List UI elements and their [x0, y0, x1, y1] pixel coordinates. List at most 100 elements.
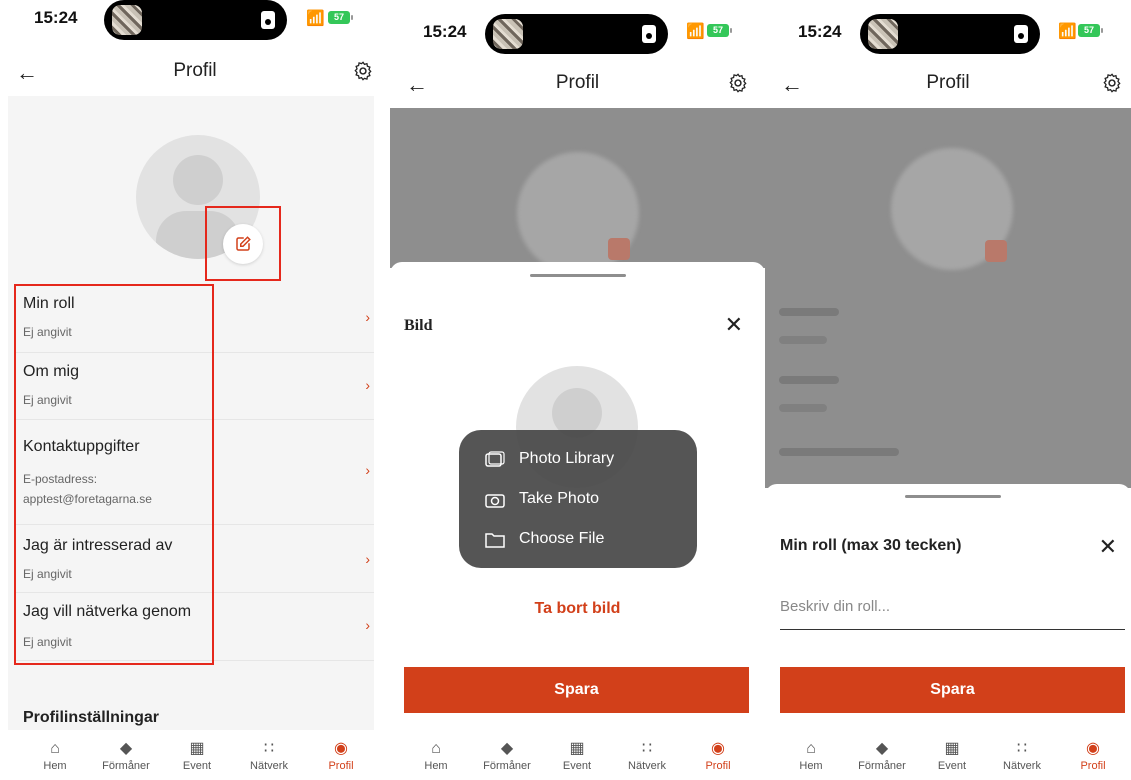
tab-event[interactable]: ▦ Event: [542, 738, 612, 772]
network-icon: ∷: [1016, 740, 1028, 757]
role-field[interactable]: [780, 590, 1125, 630]
wifi-icon: 📶: [686, 23, 705, 40]
chevron-right-icon: ›: [365, 377, 370, 393]
close-icon[interactable]: ✕: [1099, 534, 1117, 560]
tab-label: Hem: [43, 760, 67, 772]
profile-icon: ◉: [334, 740, 348, 757]
dimmed-background: [390, 108, 765, 274]
header: ← Profil: [0, 48, 390, 96]
tab-label: Profil: [328, 760, 354, 772]
role-bottom-sheet: Min roll (max 30 tecken) ✕ Spara: [765, 484, 1131, 732]
tab-natverk[interactable]: ∷ Nätverk: [987, 738, 1057, 772]
tab-label: Förmåner: [483, 760, 531, 772]
tab-formaner[interactable]: ◆ Förmåner: [472, 738, 542, 772]
header: ← Profil: [390, 60, 765, 108]
tab-profil[interactable]: ◉ Profil: [306, 738, 376, 772]
menu-label: Take Photo: [519, 490, 600, 507]
tab-bar: ⌂ Hem ◆ Förmåner ▦ Event ∷ Nätverk ◉ Profil: [765, 732, 1131, 780]
status-bar: 15:24 📶 57: [765, 0, 1131, 54]
tab-natverk[interactable]: ∷ Nätverk: [234, 738, 304, 772]
media-thumbnail: [493, 19, 523, 49]
chevron-right-icon: ›: [365, 462, 370, 478]
tab-hem[interactable]: ⌂ Hem: [401, 738, 471, 772]
header: ← Profil: [765, 60, 1131, 108]
page-title: Profil: [555, 72, 600, 93]
edit-button-highlight: [205, 206, 281, 281]
profile-icon: ◉: [711, 740, 725, 757]
page-title: Profil: [926, 72, 970, 93]
folder-icon: [485, 533, 505, 548]
network-icon: ∷: [641, 740, 653, 757]
tab-label: Event: [182, 760, 212, 772]
battery-icon: 57: [328, 11, 353, 24]
network-icon: ∷: [263, 740, 275, 757]
tab-label: Profil: [1080, 760, 1106, 772]
role-edit-screen: 15:24 📶 57 ← Profil Min roll (max 30 tec…: [765, 0, 1131, 780]
remove-image-button[interactable]: Ta bort bild: [390, 600, 765, 618]
section-title: Profilinställningar: [23, 709, 160, 726]
image-picker-screen: 15:24 📶 57 ← Profil Bild ✕ Photo Library: [390, 0, 765, 780]
gear-icon[interactable]: [352, 60, 374, 82]
home-icon: ⌂: [806, 740, 816, 757]
profile-icon: ◉: [1086, 740, 1100, 757]
status-time: 15:24: [423, 22, 467, 41]
diamond-icon: ◆: [500, 740, 514, 757]
calendar-icon: ▦: [569, 740, 585, 757]
tab-hem[interactable]: ⌂ Hem: [20, 738, 90, 772]
tab-natverk[interactable]: ∷ Nätverk: [612, 738, 682, 772]
sheet-title: Bild: [404, 317, 433, 334]
tab-label: Nätverk: [628, 760, 666, 772]
tab-bar: ⌂ Hem ◆ Förmåner ▦ Event ∷ Nätverk ◉ Profil: [390, 732, 765, 780]
tab-label: Event: [562, 760, 592, 772]
speaker-icon: [261, 11, 275, 29]
photo-library-icon: [485, 451, 505, 467]
tab-hem[interactable]: ⌂ Hem: [776, 738, 846, 772]
role-input[interactable]: [780, 598, 1125, 615]
status-bar: 15:24 📶 57: [390, 0, 765, 54]
chevron-right-icon: ›: [365, 617, 370, 633]
diamond-icon: ◆: [119, 740, 133, 757]
media-thumbnail: [868, 19, 898, 49]
tab-label: Hem: [799, 760, 823, 772]
save-button[interactable]: Spara: [404, 667, 749, 713]
close-icon[interactable]: ✕: [725, 312, 743, 338]
tab-formaner[interactable]: ◆ Förmåner: [91, 738, 161, 772]
battery-icon: 57: [707, 24, 732, 37]
gear-icon[interactable]: [1101, 72, 1123, 94]
status-bar: 15:24 📶 57: [0, 0, 390, 40]
tab-event[interactable]: ▦ Event: [917, 738, 987, 772]
gear-icon[interactable]: [727, 72, 749, 94]
image-bottom-sheet: Bild ✕ Photo Library Take Photo Choose F…: [390, 262, 765, 732]
battery-icon: 57: [1078, 24, 1103, 37]
dynamic-island: [485, 14, 668, 54]
calendar-icon: ▦: [189, 740, 205, 757]
tab-label: Förmåner: [858, 760, 906, 772]
home-icon: ⌂: [431, 740, 441, 757]
rows-highlight: [14, 284, 214, 665]
dimmed-background: [765, 108, 1131, 488]
tab-profil[interactable]: ◉ Profil: [1058, 738, 1128, 772]
menu-label: Choose File: [519, 530, 605, 547]
tab-label: Hem: [424, 760, 448, 772]
tab-label: Event: [937, 760, 967, 772]
speaker-icon: [1014, 25, 1028, 43]
tab-bar: ⌂ Hem ◆ Förmåner ▦ Event ∷ Nätverk ◉ Profil: [0, 732, 390, 780]
dynamic-island: [860, 14, 1040, 54]
sheet-handle[interactable]: [530, 274, 626, 277]
chevron-right-icon: ›: [365, 309, 370, 325]
calendar-icon: ▦: [944, 740, 960, 757]
status-time: 15:24: [798, 22, 842, 41]
tab-label: Nätverk: [1003, 760, 1041, 772]
speaker-icon: [642, 25, 656, 43]
sheet-handle[interactable]: [905, 495, 1001, 498]
camera-icon: [485, 494, 505, 508]
tab-event[interactable]: ▦ Event: [162, 738, 232, 772]
sheet-title: Min roll (max 30 tecken): [780, 537, 962, 554]
save-button[interactable]: Spara: [780, 667, 1125, 713]
tab-formaner[interactable]: ◆ Förmåner: [847, 738, 917, 772]
chevron-right-icon: ›: [365, 551, 370, 567]
tab-label: Nätverk: [250, 760, 288, 772]
tab-profil[interactable]: ◉ Profil: [683, 738, 753, 772]
profile-screen: 15:24 📶 57 ← Profil Min roll Ej angivit …: [0, 0, 390, 780]
menu-label: Photo Library: [519, 450, 615, 467]
